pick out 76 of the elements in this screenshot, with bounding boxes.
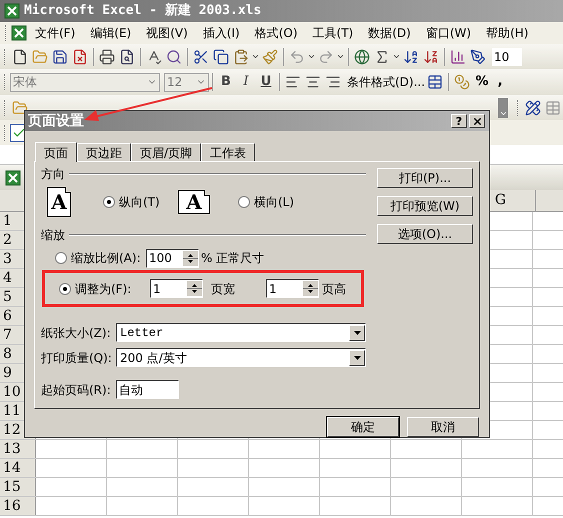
portrait-page-icon: A: [47, 187, 71, 217]
ok-button[interactable]: 确定: [327, 417, 399, 437]
spreadsheet-logo-icon: [5, 170, 21, 186]
section-label: 方向: [41, 166, 65, 183]
row-number[interactable]: 15: [0, 478, 36, 496]
menu-item[interactable]: 数据(D): [368, 24, 411, 42]
spin-arrows-icon[interactable]: [183, 250, 198, 266]
toolbar-options-icon[interactable]: [498, 98, 508, 118]
caret-icon[interactable]: [307, 52, 316, 61]
currency-icon[interactable]: [452, 72, 472, 92]
zoom-field[interactable]: 10: [492, 48, 522, 66]
radio-button[interactable]: [59, 282, 71, 294]
row-number[interactable]: 13: [0, 440, 36, 458]
cancel-button[interactable]: 取消: [407, 417, 479, 437]
row-number[interactable]: 16: [0, 497, 36, 515]
scale-suffix: % 正常尺寸: [201, 250, 264, 267]
menu-item[interactable]: 编辑(E): [90, 24, 132, 42]
caret-icon[interactable]: [336, 52, 345, 61]
caret-icon[interactable]: [251, 52, 260, 61]
section-label: 缩放: [41, 227, 65, 244]
italic-button[interactable]: I: [236, 72, 256, 92]
close-icon[interactable]: [472, 116, 482, 126]
font-size-field[interactable]: 12: [164, 72, 209, 92]
font-field[interactable]: 宋体: [10, 72, 160, 92]
spin-field[interactable]: 1: [150, 279, 203, 298]
dialog-title: 页面设置: [28, 114, 84, 128]
radio-button[interactable]: [238, 196, 250, 208]
comma-button[interactable]: ,: [492, 72, 508, 92]
dialog-button[interactable]: 打印预览(W): [377, 196, 473, 216]
unit-label: 页宽: [211, 280, 236, 298]
underline-button[interactable]: U: [256, 72, 276, 92]
menu-item[interactable]: 工具(T): [312, 24, 354, 42]
dialog-tab[interactable]: 页眉/页脚: [131, 143, 202, 161]
radio-button[interactable]: [103, 196, 115, 208]
spin-arrows-icon[interactable]: [187, 281, 202, 296]
bold-button[interactable]: B: [216, 72, 236, 92]
dropdown-field[interactable]: 200 点/英寸: [116, 348, 366, 367]
dialog-button[interactable]: 打印(P)...: [377, 168, 473, 188]
copy-icon[interactable]: [211, 46, 231, 66]
spin-field[interactable]: 1: [266, 279, 319, 298]
ruler-pencil-icon[interactable]: [523, 98, 543, 118]
conditional-format-button[interactable]: 条件格式(D)...: [347, 73, 426, 91]
menu-item[interactable]: 窗口(W): [426, 24, 472, 42]
radio-label[interactable]: 调整为(F):: [75, 280, 150, 298]
menu-item[interactable]: 帮助(H): [486, 24, 528, 42]
landscape-page-icon: A: [178, 190, 210, 214]
printer-icon[interactable]: [97, 46, 117, 66]
dialog-tab[interactable]: 页面: [35, 142, 77, 162]
spin-field[interactable]: 100: [146, 248, 199, 268]
unit-label: 页高: [322, 280, 346, 298]
radio-button[interactable]: [55, 252, 67, 264]
menu-item[interactable]: 插入(I): [202, 24, 240, 42]
dropdown-field[interactable]: Letter: [116, 323, 366, 342]
help-button[interactable]: ?: [451, 114, 467, 128]
spin-arrows-icon[interactable]: [303, 281, 318, 296]
dialog-tab[interactable]: 页边距: [77, 143, 131, 161]
window-title: Microsoft Excel - 新建 2003.xls: [24, 2, 262, 20]
radio-label[interactable]: 缩放比例(A):: [71, 249, 146, 267]
close-button[interactable]: [469, 114, 485, 128]
radio-label[interactable]: 横向(L): [254, 193, 294, 211]
field-label: 打印质量(Q):: [41, 350, 113, 366]
menu-item[interactable]: 视图(V): [146, 24, 188, 42]
dialog-tab[interactable]: 工作表: [201, 143, 256, 161]
caret-icon[interactable]: [392, 52, 401, 61]
menu-item[interactable]: 格式(O): [254, 24, 298, 42]
spreadsheet-logo-icon: [4, 3, 20, 19]
radio-label[interactable]: 纵向(T): [119, 193, 160, 211]
globe-icon[interactable]: [352, 46, 372, 66]
dialog-button[interactable]: 选项(O)...: [377, 224, 473, 244]
field-label: 起始页码(R):: [41, 382, 112, 398]
row-number[interactable]: 14: [0, 459, 36, 477]
spreadsheet-logo-icon: [11, 25, 27, 41]
input-field[interactable]: 自动: [116, 380, 179, 399]
percent-button[interactable]: %: [472, 72, 492, 92]
field-label: 纸张大小(Z):: [41, 324, 112, 342]
menu-item[interactable]: 文件(F): [35, 24, 76, 42]
